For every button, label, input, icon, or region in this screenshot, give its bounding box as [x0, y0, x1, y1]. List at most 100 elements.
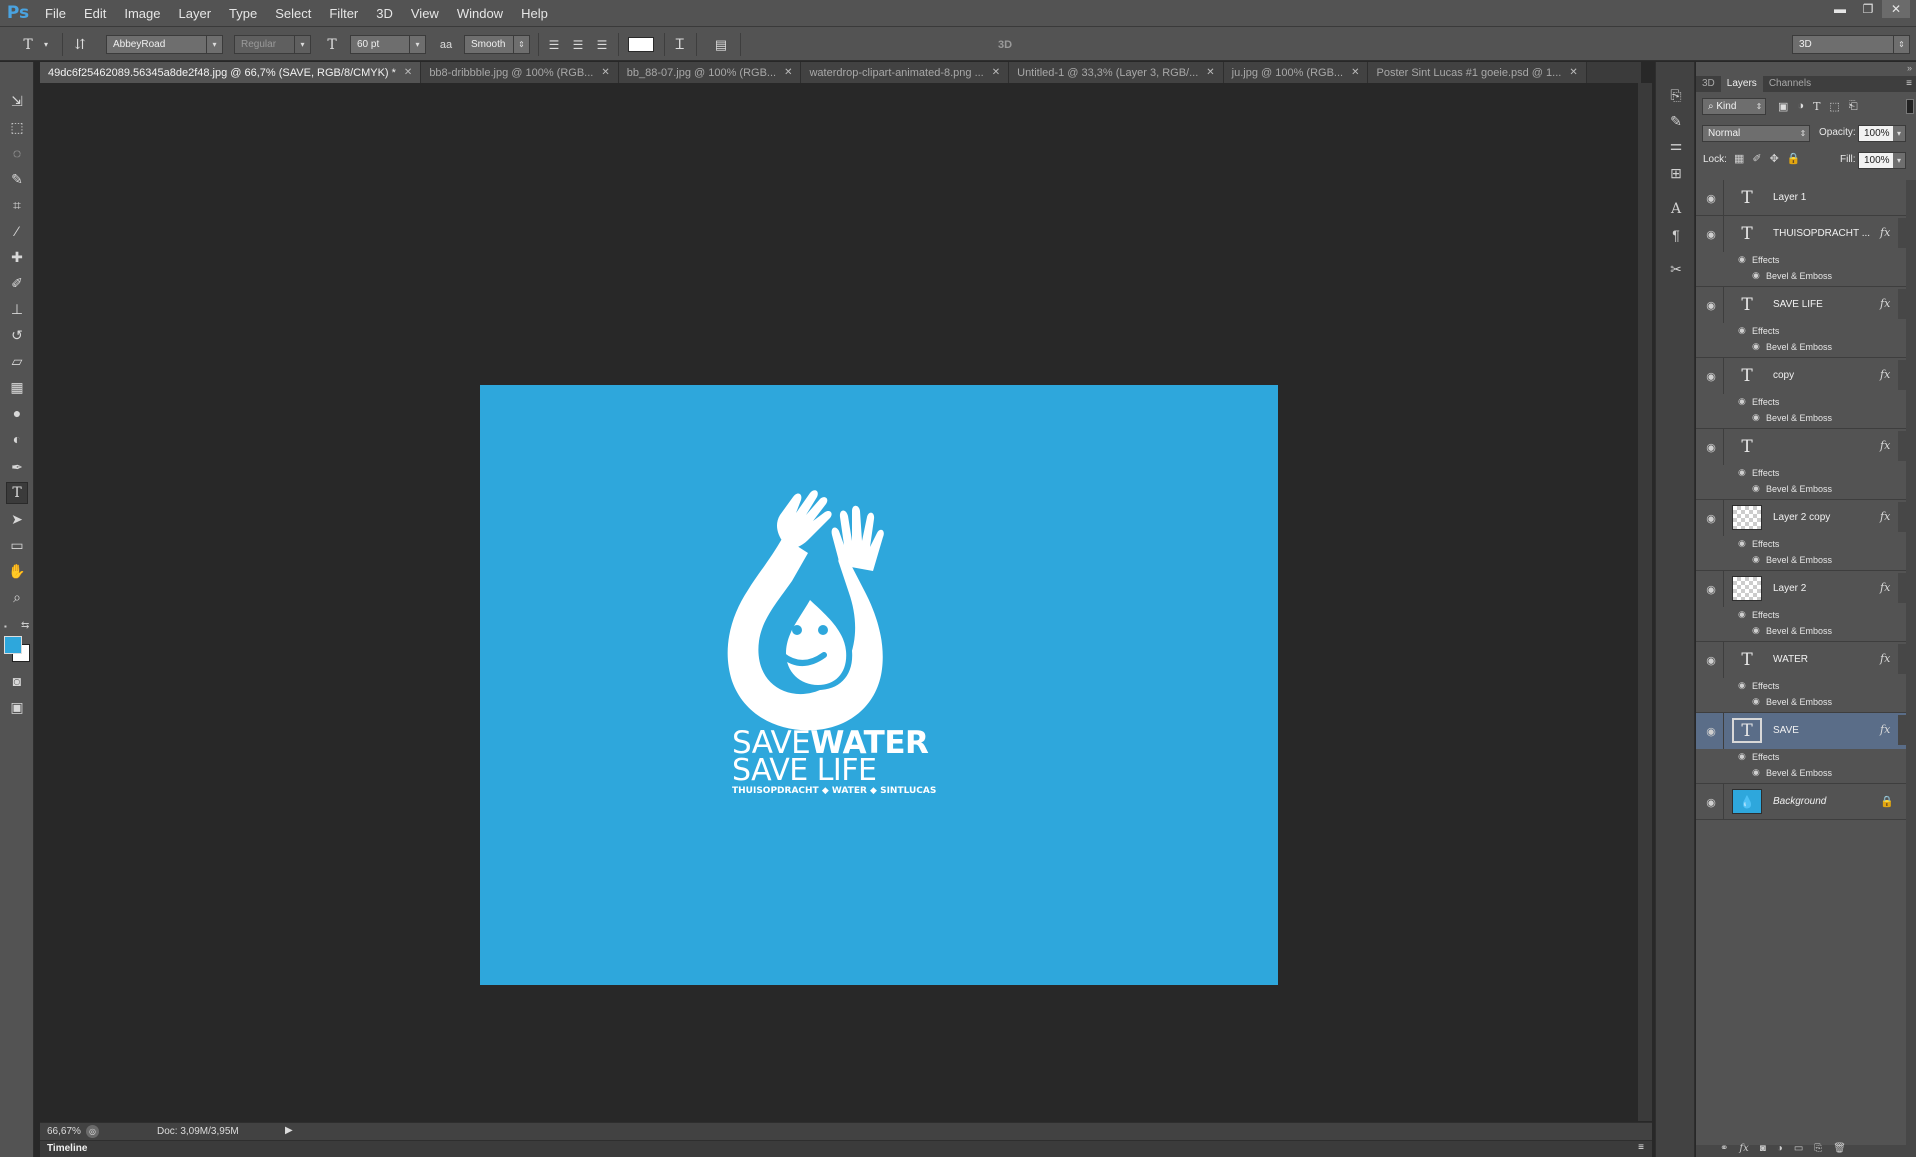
pen-tool-icon[interactable]: ✒: [6, 456, 28, 478]
close-tab-icon[interactable]: ✕: [601, 67, 609, 78]
layer-name[interactable]: Layer 2 copy: [1773, 512, 1873, 523]
close-tab-icon[interactable]: ✕: [1351, 67, 1359, 78]
lock-image-icon[interactable]: ✐: [1752, 152, 1761, 165]
effects-row[interactable]: ◉ Effects: [1696, 678, 1906, 694]
document-tab[interactable]: 49dc6f25462089.56345a8de2f48.jpg @ 66,7%…: [40, 62, 422, 83]
layer-name[interactable]: SAVE: [1773, 725, 1873, 736]
menu-item-file[interactable]: File: [36, 0, 75, 27]
quick-mask-icon[interactable]: ◙: [6, 670, 28, 692]
type-filter-icon[interactable]: T: [1813, 100, 1820, 113]
eye-icon[interactable]: ◉: [1738, 467, 1746, 478]
lock-position-icon[interactable]: ✥: [1770, 152, 1779, 165]
effect-item-row[interactable]: ◉ Bevel & Emboss: [1696, 410, 1906, 426]
type-layer-icon[interactable]: T: [1732, 434, 1762, 459]
type-tool-preset-icon[interactable]: T: [18, 35, 38, 54]
fx-icon[interactable]: fx: [1880, 226, 1890, 239]
menu-item-select[interactable]: Select: [266, 0, 320, 27]
close-tab-icon[interactable]: ✕: [1206, 67, 1214, 78]
font-style-select[interactable]: Regular ▾: [234, 35, 311, 54]
close-button[interactable]: ✕: [1882, 0, 1910, 18]
effects-row[interactable]: ◉ Effects: [1696, 394, 1906, 410]
zoom-level[interactable]: 66,67%: [47, 1126, 81, 1137]
eye-icon[interactable]: ◉: [1738, 751, 1746, 762]
effects-row[interactable]: ◉ Effects: [1696, 323, 1906, 339]
lasso-tool-icon[interactable]: ◌: [6, 142, 28, 164]
pixel-filter-icon[interactable]: ▣: [1778, 100, 1788, 113]
layer-row[interactable]: ◉ T SAVE fx ◉ Effects ◉ Bevel & Emboss: [1696, 713, 1906, 784]
character-icon[interactable]: A: [1665, 198, 1687, 220]
minimize-button[interactable]: ▬: [1826, 0, 1854, 18]
effects-expand-toggle[interactable]: [1898, 289, 1906, 319]
eye-icon[interactable]: ◉: [1738, 325, 1746, 336]
layer-name[interactable]: Background: [1773, 796, 1873, 807]
align-center-icon[interactable]: ☰: [568, 35, 588, 54]
collapse-panel-icon[interactable]: »: [1907, 63, 1912, 73]
effects-expand-toggle[interactable]: [1898, 502, 1906, 532]
eye-icon[interactable]: ◉: [1704, 191, 1718, 205]
effects-expand-toggle[interactable]: [1898, 218, 1906, 248]
layer-thumbnail[interactable]: [1732, 576, 1762, 601]
new-layer-icon[interactable]: ⎘: [1814, 1143, 1822, 1154]
quick-selection-tool-icon[interactable]: ✎: [6, 168, 28, 190]
brush-presets-icon[interactable]: ✎: [1665, 110, 1687, 132]
opacity-input[interactable]: 100% ▾: [1858, 125, 1906, 142]
document-tab[interactable]: Poster Sint Lucas #1 goeie.psd @ 1... ✕: [1368, 62, 1587, 83]
eye-icon[interactable]: ◉: [1704, 795, 1718, 809]
fx-icon[interactable]: fx: [1880, 652, 1890, 665]
document-tab[interactable]: ju.jpg @ 100% (RGB... ✕: [1223, 62, 1369, 83]
menu-item-image[interactable]: Image: [115, 0, 169, 27]
zoom-tool-icon[interactable]: ⌕: [6, 586, 28, 608]
eye-icon[interactable]: ◉: [1752, 625, 1760, 636]
type-layer-icon[interactable]: T: [1732, 718, 1762, 743]
history-icon[interactable]: ⎘: [1665, 84, 1687, 106]
restore-button[interactable]: ❐: [1854, 0, 1882, 18]
panel-menu-icon[interactable]: ≡: [1906, 78, 1912, 89]
layers-scrollbar[interactable]: [1906, 180, 1916, 1145]
panel-menu-icon[interactable]: ≡: [1638, 1142, 1644, 1153]
effect-item-row[interactable]: ◉ Bevel & Emboss: [1696, 268, 1906, 284]
fx-icon[interactable]: fx: [1880, 368, 1890, 381]
link-layers-icon[interactable]: ⚭: [1720, 1143, 1728, 1154]
layer-name[interactable]: Layer 1: [1773, 192, 1873, 203]
layer-name[interactable]: Layer 2: [1773, 583, 1873, 594]
effects-row[interactable]: ◉ Effects: [1696, 536, 1906, 552]
antialias-select[interactable]: Smooth ⇕: [464, 35, 530, 54]
menu-item-filter[interactable]: Filter: [320, 0, 367, 27]
eye-icon[interactable]: ◉: [1752, 767, 1760, 778]
effect-item-row[interactable]: ◉ Bevel & Emboss: [1696, 623, 1906, 639]
effect-item-row[interactable]: ◉ Bevel & Emboss: [1696, 552, 1906, 568]
effects-row[interactable]: ◉ Effects: [1696, 252, 1906, 268]
add-mask-icon[interactable]: ◙: [1760, 1143, 1766, 1154]
type-layer-icon[interactable]: T: [1732, 363, 1762, 388]
close-tab-icon[interactable]: ✕: [404, 67, 412, 78]
character-panel-icon[interactable]: ▤: [711, 35, 731, 54]
fx-icon[interactable]: fx: [1880, 510, 1890, 523]
effect-item-row[interactable]: ◉ Bevel & Emboss: [1696, 339, 1906, 355]
filter-kind-select[interactable]: ⌕ Kind ⇕: [1702, 98, 1766, 115]
clone-source-icon[interactable]: ⊞: [1665, 162, 1687, 184]
font-family-select[interactable]: AbbeyRoad ▾: [106, 35, 223, 54]
align-right-icon[interactable]: ☰: [592, 35, 612, 54]
hand-tool-icon[interactable]: ✋: [6, 560, 28, 582]
layer-name[interactable]: copy: [1773, 370, 1873, 381]
toggle-text-orientation-icon[interactable]: ⇵: [70, 35, 90, 54]
eye-icon[interactable]: ◉: [1704, 582, 1718, 596]
eye-icon[interactable]: ◉: [1704, 724, 1718, 738]
eye-icon[interactable]: ◉: [1738, 254, 1746, 265]
menu-item-help[interactable]: Help: [512, 0, 557, 27]
new-adjustment-icon[interactable]: ◑: [1777, 1143, 1783, 1154]
effect-item-row[interactable]: ◉ Bevel & Emboss: [1696, 481, 1906, 497]
menu-item-layer[interactable]: Layer: [170, 0, 221, 27]
crop-tool-icon[interactable]: ⌗: [6, 194, 28, 216]
layer-row[interactable]: ◉ Tfx ◉ Effects ◉ Bevel & Emboss: [1696, 429, 1906, 500]
document-tab[interactable]: bb_88-07.jpg @ 100% (RGB... ✕: [618, 62, 802, 83]
healing-brush-tool-icon[interactable]: ✚: [6, 246, 28, 268]
eye-icon[interactable]: ◉: [1752, 412, 1760, 423]
filter-toggle[interactable]: [1906, 99, 1914, 114]
eye-icon[interactable]: ◉: [1752, 270, 1760, 281]
layer-name[interactable]: SAVE LIFE: [1773, 299, 1873, 310]
water-drop-icon[interactable]: 💧: [1732, 789, 1762, 814]
effect-item-row[interactable]: ◉ Bevel & Emboss: [1696, 694, 1906, 710]
font-size-select[interactable]: 60 pt ▾: [350, 35, 426, 54]
effects-expand-toggle[interactable]: [1898, 431, 1906, 461]
